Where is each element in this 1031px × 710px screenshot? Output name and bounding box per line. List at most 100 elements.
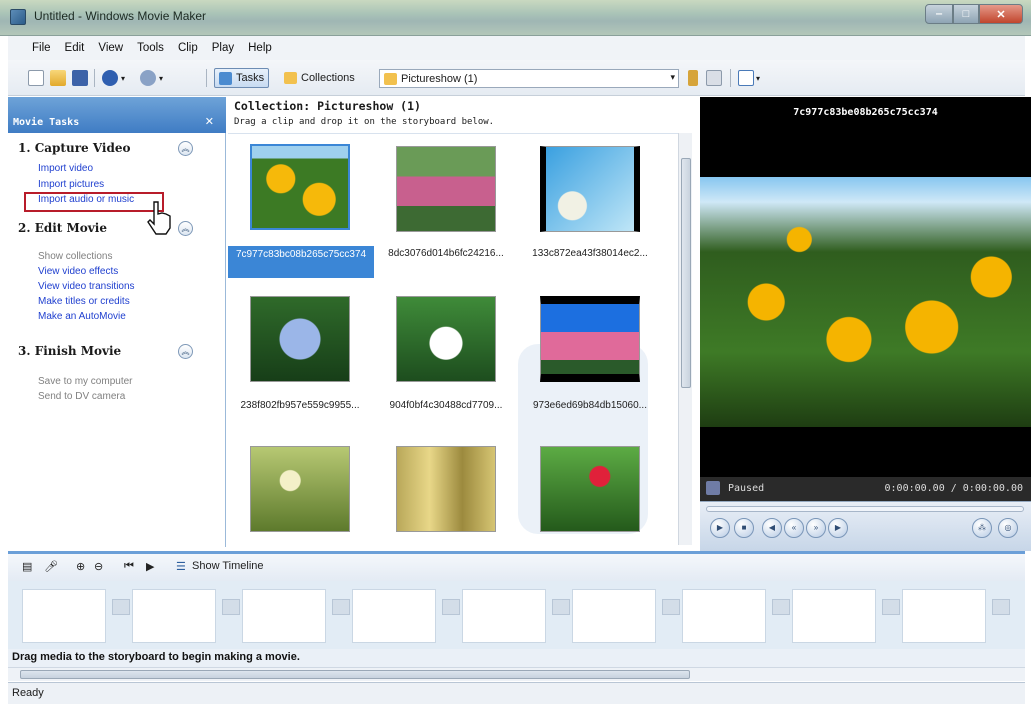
menu-view[interactable]: View (98, 42, 123, 54)
minimize-button[interactable]: ‒ (925, 4, 953, 24)
maximize-button[interactable]: □ (953, 4, 979, 24)
transition-slot[interactable] (442, 599, 460, 615)
thumbnail-caption[interactable]: 238f802fb957e559c9955... (230, 400, 370, 411)
play-button[interactable]: ▶ (710, 518, 730, 538)
rewind-storyboard-icon[interactable]: ⏮︎ (124, 560, 134, 573)
link-send-to-dv-camera[interactable]: Send to DV camera (38, 391, 125, 402)
menu-edit[interactable]: Edit (65, 42, 85, 54)
collection-icon (384, 72, 397, 85)
link-make-an-automovie[interactable]: Make an AutoMovie (38, 311, 126, 322)
open-project-button[interactable] (50, 68, 66, 88)
thumbnail[interactable] (540, 446, 640, 532)
play-storyboard-icon[interactable]: ▶ (146, 560, 154, 573)
previous-frame-button[interactable]: ◀ (762, 518, 782, 538)
undo-icon (102, 70, 118, 86)
storyboard-view-icon[interactable]: ▤ (22, 560, 32, 573)
narrate-icon[interactable]: 🎤︎ (44, 560, 58, 573)
scrollbar-thumb[interactable] (681, 158, 691, 388)
storyboard-slot[interactable] (22, 589, 106, 643)
menu-file[interactable]: File (32, 42, 51, 54)
menu-help[interactable]: Help (248, 42, 272, 54)
storyboard-slot[interactable] (242, 589, 326, 643)
transition-slot[interactable] (222, 599, 240, 615)
split-button[interactable]: ⁂ (972, 518, 992, 538)
collapse-icon[interactable]: ︽ (178, 221, 193, 236)
thumbnail[interactable] (250, 144, 350, 230)
close-button[interactable]: ✕ (979, 4, 1023, 24)
storyboard-slot[interactable] (792, 589, 876, 643)
section-finish-movie: 3. Finish Movie (18, 344, 122, 358)
link-import-pictures[interactable]: Import pictures (38, 179, 104, 190)
forward-button[interactable]: » (806, 518, 826, 538)
new-project-button[interactable] (28, 68, 44, 88)
storyboard[interactable] (8, 581, 1025, 649)
close-icon[interactable]: ✕ (205, 115, 214, 128)
storyboard-slot[interactable] (352, 589, 436, 643)
collapse-icon[interactable]: ︽ (178, 141, 193, 156)
storyboard-slot[interactable] (462, 589, 546, 643)
rewind-button[interactable]: « (784, 518, 804, 538)
menu-tools[interactable]: Tools (137, 42, 164, 54)
link-save-to-my-computer[interactable]: Save to my computer (38, 376, 132, 387)
thumbnail-caption[interactable]: 133c872ea43f38014ec2... (520, 248, 660, 259)
storyboard-slot[interactable] (902, 589, 986, 643)
link-view-video-effects[interactable]: View video effects (38, 266, 118, 277)
transition-slot[interactable] (112, 599, 130, 615)
undo-button[interactable]: ▾ (102, 68, 125, 88)
thumbnail-caption[interactable]: 7c977c83bc08b265c75cc374 (228, 248, 374, 262)
transition-slot[interactable] (772, 599, 790, 615)
zoom-in-icon[interactable]: ⊕ (76, 560, 85, 573)
collections-button[interactable]: Collections (280, 68, 359, 88)
new-collection-folder-button[interactable] (706, 68, 722, 88)
transition-slot[interactable] (662, 599, 680, 615)
transition-slot[interactable] (332, 599, 350, 615)
thumbnail-caption[interactable]: 973e6ed69b84db15060... (520, 400, 660, 411)
window-controls: ‒ □ ✕ (925, 4, 1023, 24)
transition-slot[interactable] (882, 599, 900, 615)
thumbnail[interactable] (540, 296, 640, 382)
views-button[interactable]: ▾ (738, 68, 760, 88)
link-make-titles-or-credits[interactable]: Make titles or credits (38, 296, 130, 307)
tasks-button[interactable]: Tasks (214, 68, 270, 88)
transition-slot[interactable] (992, 599, 1010, 615)
timeline-icon[interactable]: ☰ (176, 560, 186, 573)
collection-title: Collection: Pictureshow (1) (234, 99, 421, 113)
thumbnail[interactable] (396, 446, 496, 532)
redo-button[interactable]: ▾ (140, 68, 163, 88)
thumbnail[interactable] (396, 296, 496, 382)
thumbnail-caption[interactable]: 8dc3076d014b6fc24216... (376, 248, 516, 259)
playback-time: 0:00:00.00 / 0:00:00.00 (884, 483, 1023, 494)
show-timeline-button[interactable]: Show Timeline (192, 560, 264, 572)
status-text: Ready (12, 687, 44, 699)
thumbnail[interactable] (250, 296, 350, 382)
up-one-level-button[interactable] (688, 68, 698, 88)
folder-icon (284, 72, 297, 84)
collection-selector[interactable]: Pictureshow (1) ▾ (379, 69, 679, 88)
link-show-collections[interactable]: Show collections (38, 251, 112, 262)
thumbnail[interactable] (396, 146, 496, 232)
link-view-video-transitions[interactable]: View video transitions (38, 281, 135, 292)
storyboard-slot[interactable] (572, 589, 656, 643)
collection-scrollbar[interactable] (678, 133, 692, 545)
storyboard-toolbar: ▤ 🎤︎ ⊕ ⊖ ⏮︎ ▶ ☰ Show Timeline (8, 551, 1025, 581)
storyboard-scrollbar[interactable] (8, 667, 1025, 681)
menu-clip[interactable]: Clip (178, 42, 198, 54)
zoom-out-icon[interactable]: ⊖ (94, 560, 103, 573)
next-frame-button[interactable]: ▶ (828, 518, 848, 538)
transition-slot[interactable] (552, 599, 570, 615)
save-project-button[interactable] (72, 68, 88, 88)
scrollbar-thumb[interactable] (20, 670, 690, 679)
link-import-video[interactable]: Import video (38, 163, 93, 174)
seek-bar[interactable] (706, 506, 1024, 512)
menu-play[interactable]: Play (212, 42, 234, 54)
thumbnail-caption[interactable]: 904f0bf4c30488cd7709... (376, 400, 516, 411)
storyboard-slot[interactable] (132, 589, 216, 643)
thumbnail[interactable] (250, 446, 350, 532)
storyboard-slot[interactable] (682, 589, 766, 643)
stop-button[interactable]: ■ (734, 518, 754, 538)
thumbnail[interactable] (540, 146, 640, 232)
hand-cursor-icon (147, 201, 171, 235)
clip-icon (706, 481, 720, 495)
snapshot-button[interactable]: ◎ (998, 518, 1018, 538)
collapse-icon[interactable]: ︽ (178, 344, 193, 359)
